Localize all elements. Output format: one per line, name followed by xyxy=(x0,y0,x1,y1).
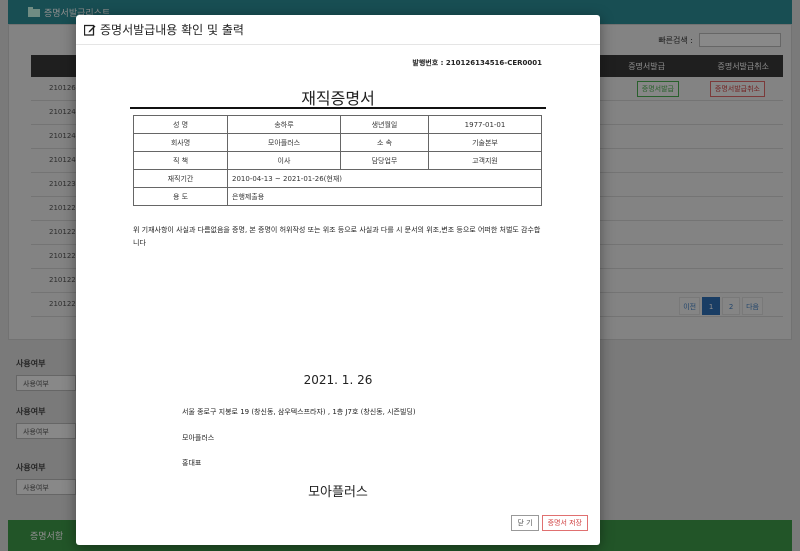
label-birth: 생년월일 xyxy=(340,115,429,134)
table-row: 용 도 은행제출용 xyxy=(133,187,542,206)
table-row: 회사명 모아플러스 소 속 기술본부 xyxy=(133,133,542,152)
label-department: 소 속 xyxy=(340,133,429,152)
value-purpose: 은행제출용 xyxy=(227,187,542,206)
label-position: 직 책 xyxy=(133,151,228,170)
document-number: 발행번호 : 210126134516-CER0001 xyxy=(412,59,542,67)
value-position: 이사 xyxy=(227,151,341,170)
employee-info-table: 성 명 송하루 생년월일 1977-01-01 회사명 모아플러스 소 속 기술… xyxy=(133,115,542,206)
label-period: 재직기간 xyxy=(133,169,228,188)
ceo-name: 홍대표 xyxy=(182,459,202,467)
label-purpose: 용 도 xyxy=(133,187,228,206)
company-address: 서울 종로구 지봉로 19 (창신동, 삼우텍스프라자) , 1층 J7호 (창… xyxy=(182,408,416,416)
value-name: 송하루 xyxy=(227,115,341,134)
table-row: 성 명 송하루 생년월일 1977-01-01 xyxy=(133,115,542,134)
modal-actions: 닫 기 증명서 저장 xyxy=(511,515,588,531)
modal-title: 증명서발급내용 확인 및 출력 xyxy=(100,23,244,37)
company-name: 모아플러스 xyxy=(182,434,215,442)
value-birth: 1977-01-01 xyxy=(428,115,542,134)
modal-header: 증명서발급내용 확인 및 출력 xyxy=(76,15,600,45)
issue-date: 2021. 1. 26 xyxy=(303,373,373,387)
value-department: 기술본부 xyxy=(428,133,542,152)
certificate-modal: 증명서발급내용 확인 및 출력 발행번호 : 210126134516-CER0… xyxy=(76,15,600,545)
edit-icon xyxy=(84,24,96,36)
value-duty: 고객지원 xyxy=(428,151,542,170)
label-company: 회사명 xyxy=(133,133,228,152)
certification-statement: 위 기재사항이 사실과 다름없음을 증명, 본 증명이 허위작성 또는 위조 등… xyxy=(133,226,541,247)
title-divider xyxy=(130,107,546,109)
table-row: 재직기간 2010-04-13 ~ 2021-01-26(현재) xyxy=(133,169,542,188)
close-button[interactable]: 닫 기 xyxy=(511,515,539,531)
save-certificate-button[interactable]: 증명서 저장 xyxy=(541,515,588,531)
label-name: 성 명 xyxy=(133,115,228,134)
table-row: 직 책 이사 담당업무 고객지원 xyxy=(133,151,542,170)
label-duty: 담당업무 xyxy=(340,151,429,170)
value-period: 2010-04-13 ~ 2021-01-26(현재) xyxy=(227,169,542,188)
value-company: 모아플러스 xyxy=(227,133,341,152)
issuer-name: 모아플러스 xyxy=(308,485,368,500)
document-title: 재직증명서 xyxy=(301,89,375,108)
